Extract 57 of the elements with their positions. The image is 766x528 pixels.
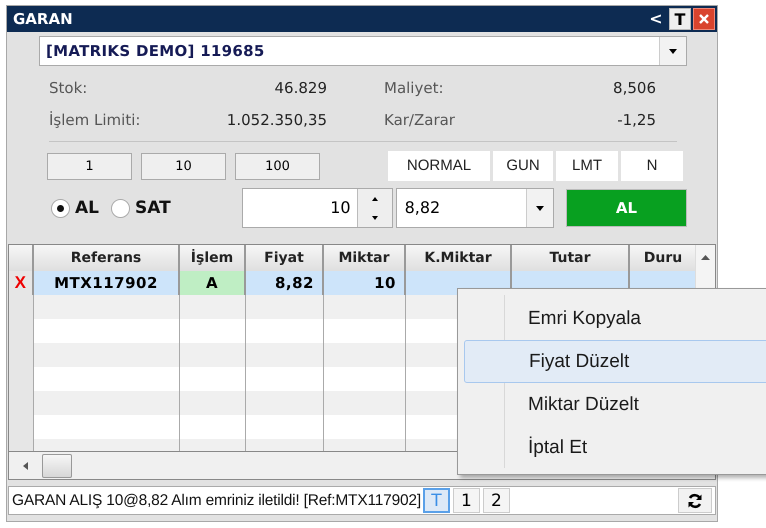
left-arrow-icon[interactable] bbox=[23, 462, 28, 470]
radio-button[interactable] bbox=[51, 198, 70, 218]
title-button[interactable]: T bbox=[669, 8, 691, 30]
scrollbar-thumb[interactable] bbox=[42, 454, 72, 478]
collapse-button[interactable]: < bbox=[647, 8, 665, 30]
column-header[interactable]: Duru bbox=[630, 245, 695, 271]
caret-icon bbox=[669, 48, 677, 54]
status-tab[interactable]: 1 bbox=[452, 488, 480, 513]
close-button[interactable] bbox=[693, 8, 715, 30]
radio-label: AL bbox=[75, 198, 99, 218]
column-header[interactable]: Tutar bbox=[512, 245, 630, 271]
info-value: 1.052.350,35 bbox=[226, 110, 327, 131]
order-option[interactable]: NORMAL bbox=[388, 151, 490, 181]
quantity-field[interactable]: 10 bbox=[242, 188, 393, 228]
info-label: Kar/Zarar bbox=[384, 110, 456, 131]
radio-button[interactable] bbox=[111, 198, 130, 218]
column-header[interactable]: İşlem bbox=[180, 245, 246, 271]
column-header[interactable]: K.Miktar bbox=[406, 245, 512, 271]
refresh-button[interactable] bbox=[678, 488, 712, 513]
cancel-mark[interactable]: X bbox=[9, 271, 34, 295]
down-arrow-icon bbox=[372, 216, 378, 220]
info-label: Maliyet: bbox=[384, 78, 445, 99]
table-cell: A bbox=[180, 271, 246, 295]
up-arrow-icon bbox=[372, 196, 378, 200]
order-option[interactable]: N bbox=[621, 151, 683, 181]
account-value: [MATRIKS DEMO] 119685 bbox=[45, 42, 266, 60]
table-row[interactable]: X MTX117902 A 8,82 10 bbox=[9, 271, 695, 295]
up-arrow-icon[interactable] bbox=[701, 255, 710, 260]
price-dropdown[interactable]: 8,82 bbox=[396, 188, 554, 228]
quantity-button[interactable]: 100 bbox=[235, 152, 320, 180]
info-label: Stok: bbox=[49, 78, 88, 99]
order-option[interactable]: LMT bbox=[556, 151, 618, 181]
account-dropdown[interactable]: [MATRIKS DEMO] 119685 bbox=[39, 36, 687, 66]
refresh-icon bbox=[687, 492, 703, 508]
status-message: GARAN ALIŞ 10@8,82 Alım emriniz iletildi! [Ref:MTX117902] bbox=[11, 492, 421, 510]
info-value: 46.829 bbox=[274, 78, 327, 99]
column-header[interactable]: Fiyat bbox=[246, 245, 324, 271]
menu-item[interactable]: Emri Kopyala bbox=[464, 297, 766, 340]
status-tab[interactable]: 2 bbox=[482, 488, 510, 513]
menu-item[interactable]: Miktar Düzelt bbox=[464, 383, 766, 426]
row-header bbox=[9, 245, 34, 271]
quantity-button[interactable]: 1 bbox=[47, 152, 132, 180]
quantity-value: 10 bbox=[329, 197, 352, 219]
column-header[interactable]: Miktar bbox=[324, 245, 406, 271]
menu-item[interactable]: İptal Et bbox=[464, 426, 766, 469]
column-header[interactable]: Referans bbox=[34, 245, 180, 271]
info-value: 8,506 bbox=[612, 78, 656, 99]
info-value: -1,25 bbox=[616, 110, 656, 131]
quantity-button[interactable]: 10 bbox=[141, 152, 226, 180]
caret-icon bbox=[536, 206, 544, 210]
info-label: İşlem Limiti: bbox=[49, 110, 142, 131]
menu-item[interactable]: Fiyat Düzelt bbox=[464, 340, 766, 383]
radio-label: SAT bbox=[135, 198, 171, 218]
close-icon bbox=[699, 14, 709, 24]
price-value: 8,82 bbox=[404, 197, 442, 219]
window-title: GARAN bbox=[13, 10, 74, 28]
order-option[interactable]: GUN bbox=[493, 151, 553, 181]
